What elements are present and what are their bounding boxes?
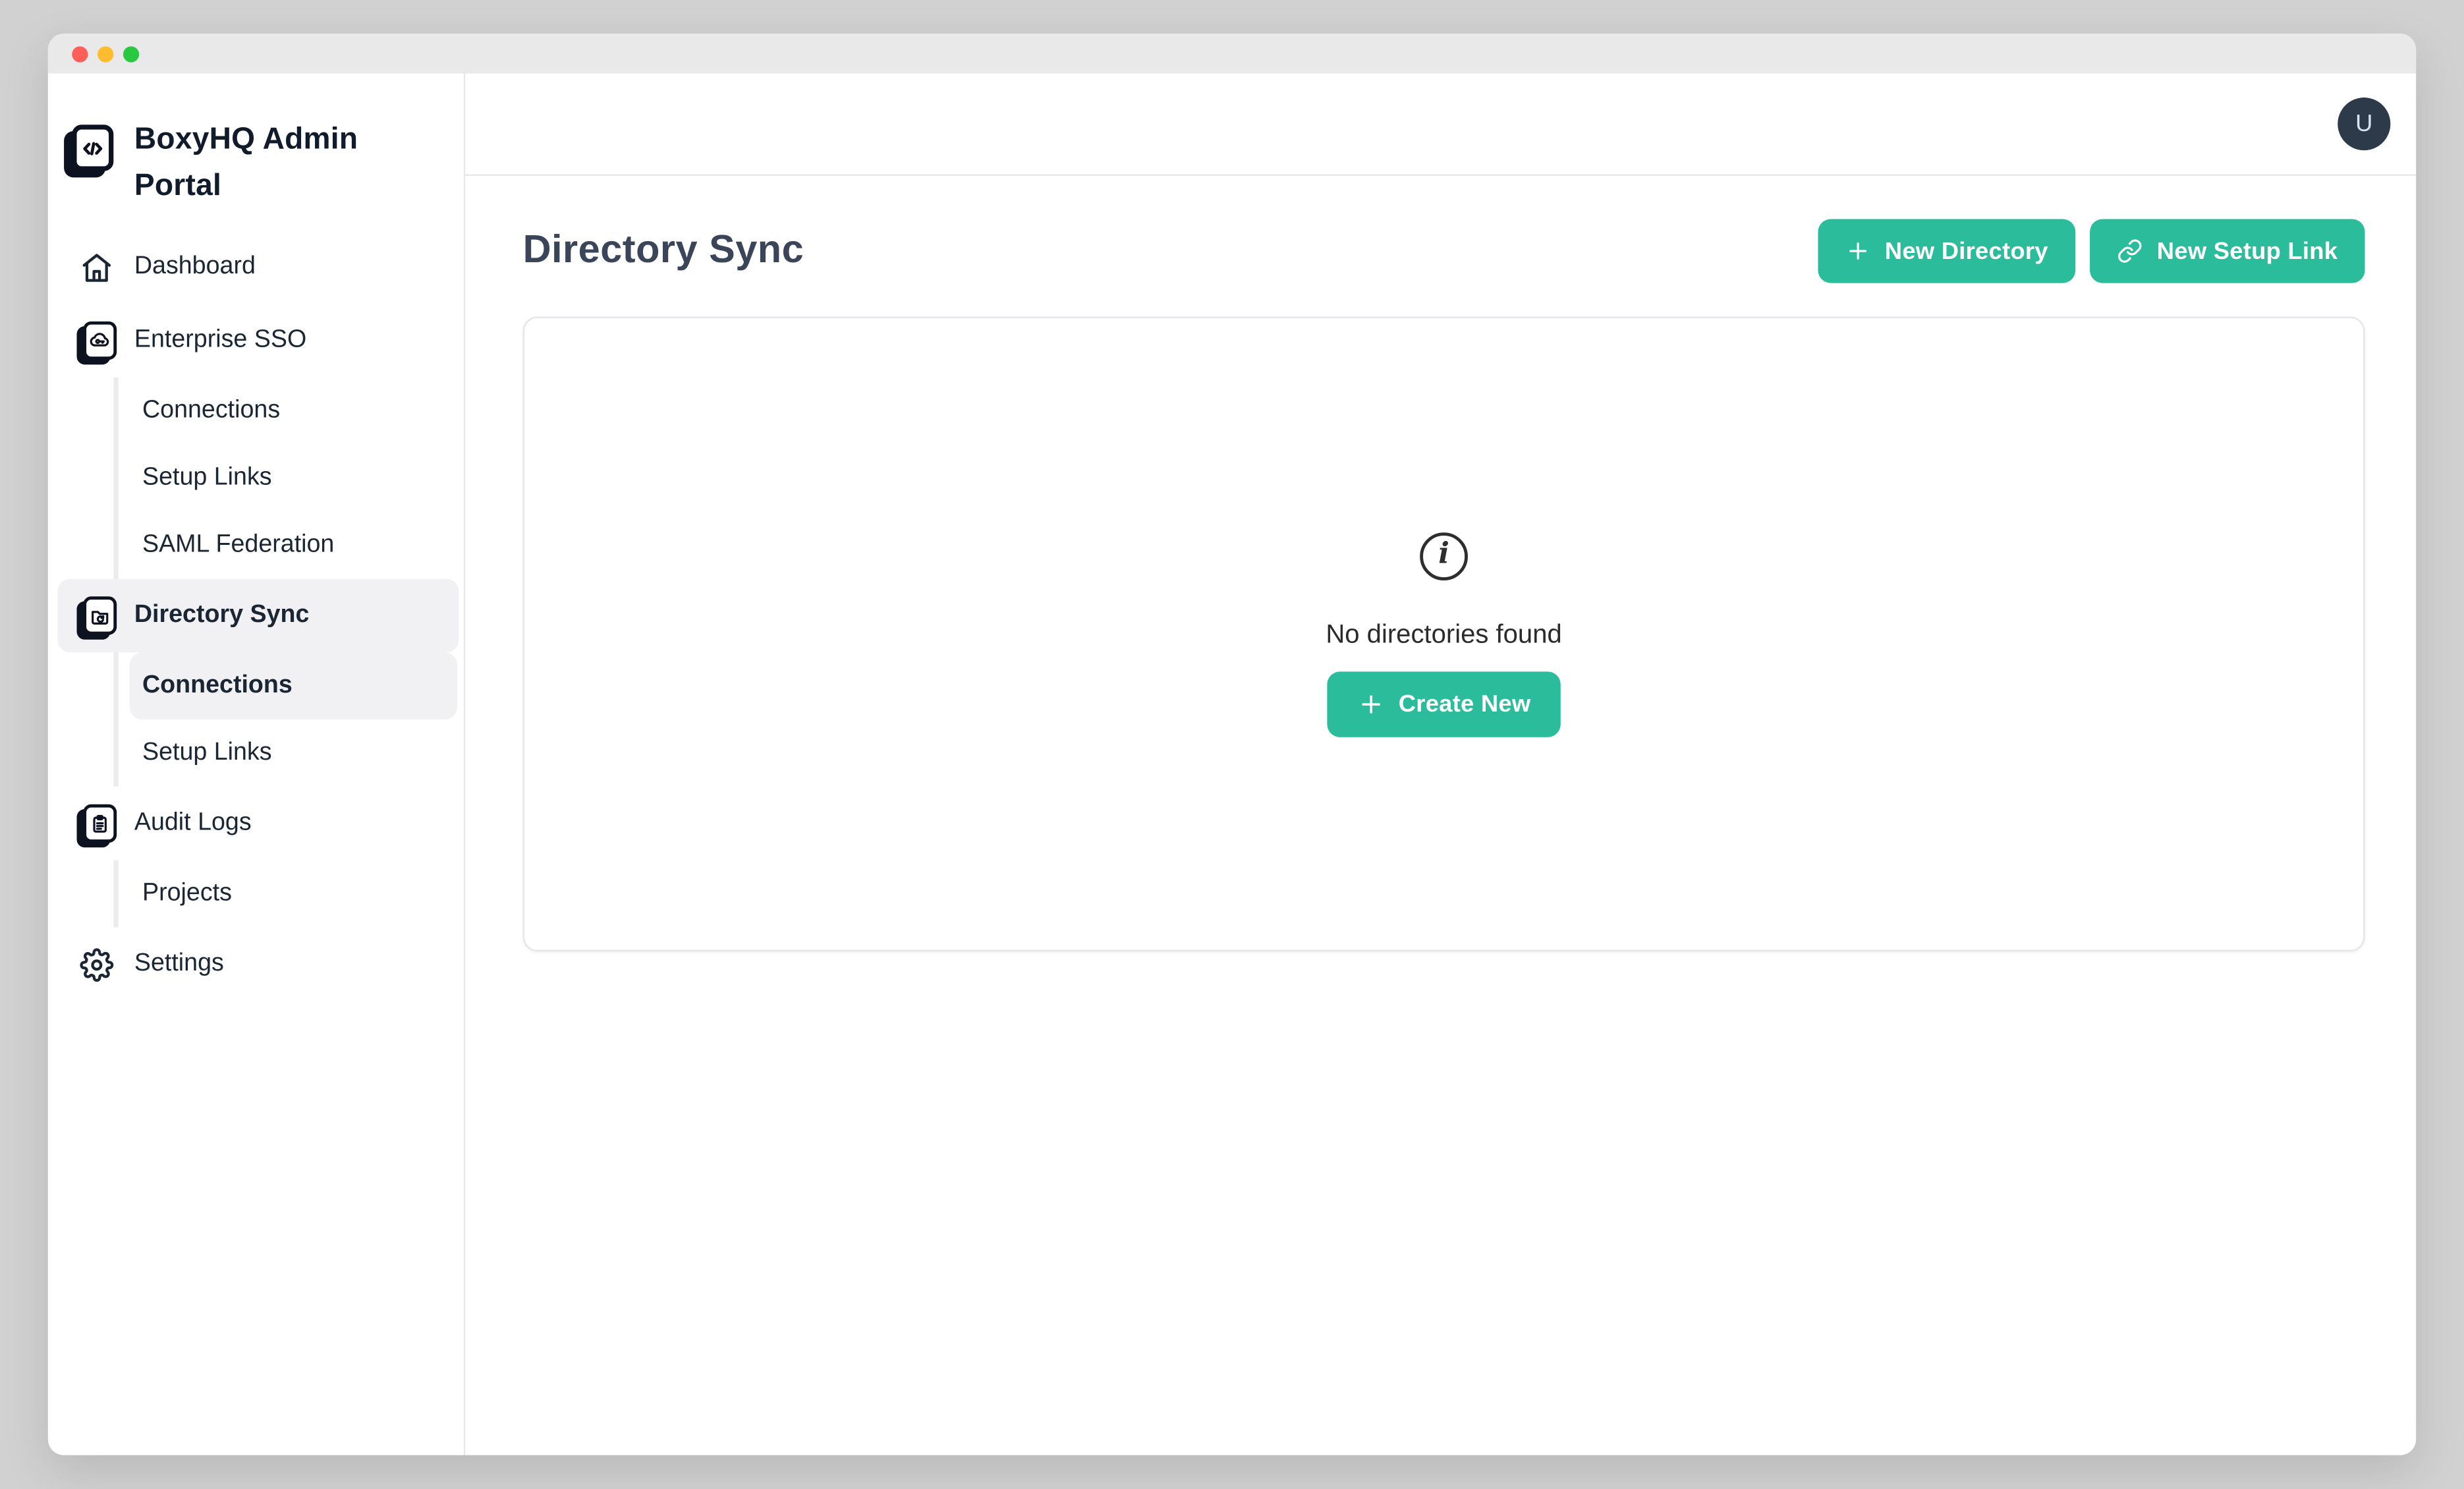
page-content: Directory Sync New Directory [465,176,2416,1455]
sidebar-item-label: Setup Links [142,739,272,768]
window-zoom-button[interactable] [123,45,139,61]
new-setup-link-button[interactable]: New Setup Link [2090,219,2365,283]
cloud-key-keycap-icon [75,322,117,360]
sidebar-nav: Dashboard Enterpri [48,230,464,1001]
screen-backdrop: BoxyHQ Admin Portal Dashboard [0,0,2464,1489]
sidebar-item-label: SAML Federation [142,531,334,560]
sidebar-item-label: Settings [134,950,224,979]
window-close-button[interactable] [72,45,88,61]
sidebar-item-label: Projects [142,880,232,909]
app-window: BoxyHQ Admin Portal Dashboard [48,34,2416,1455]
main-area: U Directory Sync New Directory [465,74,2416,1455]
sidebar-item-label: Audit Logs [134,809,252,838]
sidebar-item-audit-logs[interactable]: Audit Logs [57,787,459,860]
page-title: Directory Sync [523,229,804,273]
window-titlebar [48,34,2416,74]
sidebar-item-saml-federation[interactable]: SAML Federation [130,512,458,579]
window-minimize-button[interactable] [98,45,113,61]
clipboard-keycap-icon [75,804,117,843]
home-icon [75,250,117,284]
link-icon [2117,239,2142,264]
sidebar-item-projects[interactable]: Projects [130,860,458,928]
sidebar-subgroup-directory-sync: Connections Setup Links [113,652,457,787]
top-header-bar: U [465,74,2416,176]
new-setup-link-label: New Setup Link [2157,237,2338,264]
sidebar-item-dsync-connections[interactable]: Connections [130,652,458,719]
new-directory-label: New Directory [1885,237,2048,264]
page-actions: New Directory New Setup Link [1818,219,2365,283]
new-directory-button[interactable]: New Directory [1818,219,2075,283]
gear-icon [75,947,117,981]
sidebar-subgroup-audit-logs: Projects [113,860,457,928]
brand-title: BoxyHQ Admin Portal [134,117,374,210]
avatar-initial: U [2355,110,2372,137]
create-new-button[interactable]: Create New [1327,671,1561,737]
brand: BoxyHQ Admin Portal [48,74,464,210]
sidebar-item-label: Connections [142,397,280,426]
sidebar-item-label: Enterprise SSO [134,326,306,355]
sidebar-item-dsync-setup-links[interactable]: Setup Links [130,719,458,787]
plus-icon [1845,239,1870,264]
info-icon: i [1420,532,1468,580]
code-keycap-icon [72,125,113,171]
sidebar-item-sso-setup-links[interactable]: Setup Links [130,445,458,512]
sidebar-item-label: Dashboard [134,252,256,281]
page-title-row: Directory Sync New Directory [523,219,2365,283]
sidebar: BoxyHQ Admin Portal Dashboard [48,74,465,1455]
directories-empty-card: i No directories found Create New [523,317,2365,952]
sidebar-item-dashboard[interactable]: Dashboard [57,230,459,304]
sidebar-item-label: Setup Links [142,464,272,493]
sidebar-item-sso-connections[interactable]: Connections [130,378,458,445]
create-new-label: Create New [1399,690,1531,717]
app-body: BoxyHQ Admin Portal Dashboard [48,74,2416,1455]
empty-state-message: No directories found [1326,619,1561,650]
user-avatar[interactable]: U [2338,98,2390,150]
sidebar-item-enterprise-sso[interactable]: Enterprise SSO [57,304,459,378]
sidebar-subgroup-enterprise-sso: Connections Setup Links SAML Federation [113,378,457,579]
plus-icon [1357,690,1384,717]
sidebar-item-label: Directory Sync [134,602,310,631]
sidebar-item-settings[interactable]: Settings [57,928,459,1001]
sidebar-item-directory-sync[interactable]: Directory Sync [57,579,459,653]
sidebar-item-label: Connections [142,671,293,700]
folder-sync-keycap-icon [75,596,117,634]
